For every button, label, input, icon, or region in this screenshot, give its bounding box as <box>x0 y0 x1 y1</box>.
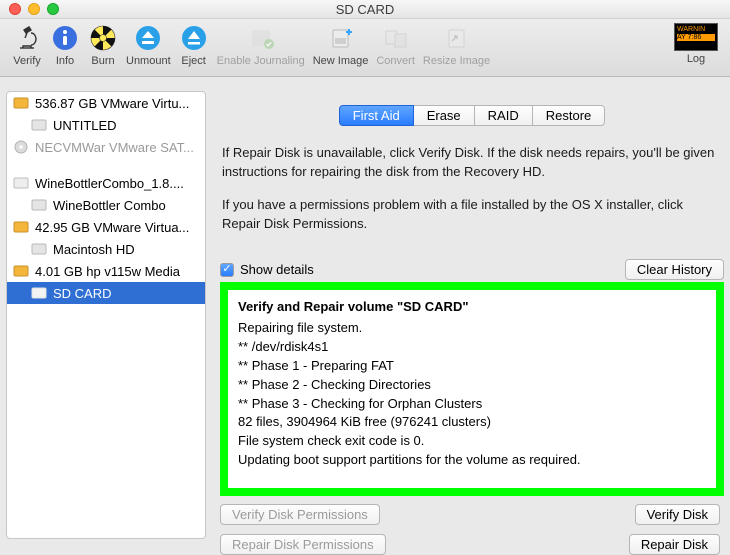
toolbar-verify-label: Verify <box>13 55 41 67</box>
hdd-icon <box>13 95 29 111</box>
toolbar-eject-label: Eject <box>181 55 205 67</box>
window-title: SD CARD <box>0 2 730 17</box>
volume-icon <box>31 117 47 133</box>
console-line: ** Phase 3 - Checking for Orphan Cluster… <box>238 395 706 414</box>
volume-row[interactable]: Macintosh HD <box>7 238 205 260</box>
toolbar-convert: Convert <box>372 23 419 67</box>
info-paragraph-1: If Repair Disk is unavailable, click Ver… <box>222 144 716 182</box>
volume-label: WineBottler Combo <box>53 198 166 213</box>
tab-raid[interactable]: RAID <box>475 105 533 126</box>
tab-bar: First Aid Erase RAID Restore <box>220 105 724 126</box>
toolbar-new-image[interactable]: New Image <box>309 23 373 67</box>
volume-row[interactable]: UNTITLED <box>7 114 205 136</box>
repair-disk-permissions-button: Repair Disk Permissions <box>220 534 386 555</box>
info-paragraph-2: If you have a permissions problem with a… <box>222 196 716 234</box>
toolbar-burn[interactable]: Burn <box>84 23 122 67</box>
console-line: 82 files, 3904964 KiB free (976241 clust… <box>238 413 706 432</box>
optical-label: NECVMWar VMware SAT... <box>35 140 194 155</box>
disk-label: WineBottlerCombo_1.8.... <box>35 176 184 191</box>
eject-icon <box>179 23 209 53</box>
microscope-icon <box>12 23 42 53</box>
output-highlight: Verify and Repair volume "SD CARD" Repai… <box>220 282 724 496</box>
toolbar-enable-journaling: Enable Journaling <box>213 23 309 67</box>
volume-icon <box>31 285 47 301</box>
volume-label: UNTITLED <box>53 118 117 133</box>
toolbar-resize-image: Resize Image <box>419 23 494 67</box>
console-line: Repairing file system. <box>238 319 706 338</box>
show-details-label: Show details <box>240 262 314 277</box>
console-line: Updating boot support partitions for the… <box>238 451 706 470</box>
tab-first-aid[interactable]: First Aid <box>339 105 414 126</box>
hdd-icon <box>13 219 29 235</box>
info-icon <box>50 23 80 53</box>
repair-disk-button[interactable]: Repair Disk <box>629 534 720 555</box>
toolbar: Verify Info Burn Unmount Eject Enable Jo… <box>0 19 730 77</box>
volume-label: Macintosh HD <box>53 242 135 257</box>
console-line: File system check exit code is 0. <box>238 432 706 451</box>
verify-disk-permissions-button: Verify Disk Permissions <box>220 504 380 525</box>
toolbar-log-label: Log <box>687 53 705 65</box>
toolbar-info[interactable]: Info <box>46 23 84 67</box>
disk-sidebar[interactable]: 536.87 GB VMware Virtu... UNTITLED NECVM… <box>6 91 206 539</box>
first-aid-console: Verify and Repair volume "SD CARD" Repai… <box>228 290 716 488</box>
clear-history-button[interactable]: Clear History <box>625 259 724 280</box>
hdd-icon <box>13 263 29 279</box>
toolbar-resize-image-label: Resize Image <box>423 55 490 67</box>
burn-icon <box>88 23 118 53</box>
verify-disk-button[interactable]: Verify Disk <box>635 504 720 525</box>
console-line: ** /dev/rdisk4s1 <box>238 338 706 357</box>
toolbar-info-label: Info <box>56 55 74 67</box>
disk-row[interactable]: 4.01 GB hp v115w Media <box>7 260 205 282</box>
console-heading: Verify and Repair volume "SD CARD" <box>238 298 706 317</box>
journal-icon <box>246 23 276 53</box>
volume-icon <box>31 241 47 257</box>
toolbar-enable-journaling-label: Enable Journaling <box>217 55 305 67</box>
toolbar-unmount[interactable]: Unmount <box>122 23 175 67</box>
toolbar-new-image-label: New Image <box>313 55 369 67</box>
volume-row-selected[interactable]: SD CARD <box>7 282 205 304</box>
disk-row[interactable]: 42.95 GB VMware Virtua... <box>7 216 205 238</box>
disk-label: 42.95 GB VMware Virtua... <box>35 220 189 235</box>
optical-drive-icon <box>13 139 29 155</box>
volume-label: SD CARD <box>53 286 112 301</box>
optical-row[interactable]: NECVMWar VMware SAT... <box>7 136 205 158</box>
toolbar-log[interactable]: WARNIN AY 7:86 Log <box>670 23 722 65</box>
console-line: ** Phase 2 - Checking Directories <box>238 376 706 395</box>
titlebar: SD CARD <box>0 0 730 19</box>
disk-label: 536.87 GB VMware Virtu... <box>35 96 189 111</box>
new-image-icon <box>326 23 356 53</box>
resize-image-icon <box>442 23 472 53</box>
toolbar-eject[interactable]: Eject <box>175 23 213 67</box>
toolbar-convert-label: Convert <box>376 55 415 67</box>
disk-row[interactable]: 536.87 GB VMware Virtu... <box>7 92 205 114</box>
warning-badge-icon: WARNIN AY 7:86 <box>674 23 718 51</box>
first-aid-info: If Repair Disk is unavailable, click Ver… <box>220 144 724 233</box>
toolbar-verify[interactable]: Verify <box>8 23 46 67</box>
toolbar-unmount-label: Unmount <box>126 55 171 67</box>
main-pane: First Aid Erase RAID Restore If Repair D… <box>220 91 724 539</box>
volume-row[interactable]: WineBottler Combo <box>7 194 205 216</box>
tab-erase[interactable]: Erase <box>414 105 475 126</box>
unmount-icon <box>133 23 163 53</box>
convert-icon <box>381 23 411 53</box>
show-details-checkbox[interactable] <box>220 263 234 277</box>
toolbar-burn-label: Burn <box>91 55 114 67</box>
disk-label: 4.01 GB hp v115w Media <box>35 264 180 279</box>
volume-icon <box>31 197 47 213</box>
dmg-icon <box>13 175 29 191</box>
tab-restore[interactable]: Restore <box>533 105 606 126</box>
disk-row[interactable]: WineBottlerCombo_1.8.... <box>7 172 205 194</box>
console-line: ** Phase 1 - Preparing FAT <box>238 357 706 376</box>
